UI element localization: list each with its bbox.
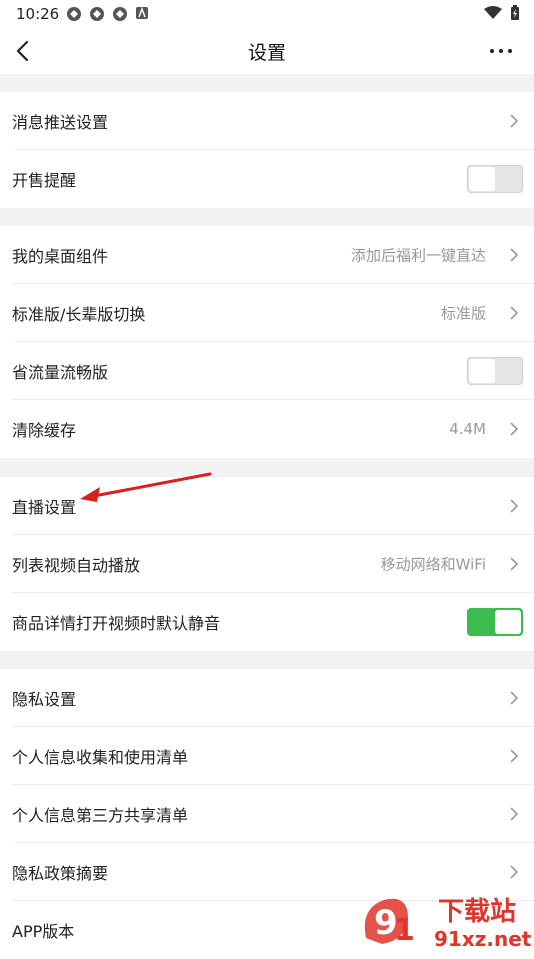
notification-icons	[66, 6, 149, 22]
clear-cache-label: 清除缓存	[12, 421, 77, 440]
push-settings-row[interactable]: 消息推送设置	[12, 92, 534, 150]
autoplay-label: 列表视频自动播放	[12, 555, 141, 575]
toggle-knob	[469, 167, 495, 191]
desktop-widget-value: 添加后福利一键直达	[350, 246, 486, 264]
sale-reminder-toggle[interactable]	[467, 165, 523, 193]
app-notification-icon	[90, 7, 104, 21]
edition-switch-row[interactable]: 标准版/长辈版切换 标准版	[12, 284, 534, 342]
annotation-arrow-icon	[80, 472, 212, 502]
chevron-right-icon	[510, 422, 519, 436]
autoplay-row[interactable]: 列表视频自动播放 移动网络和WiFi	[12, 535, 534, 593]
chevron-right-icon	[510, 748, 519, 763]
chevron-right-icon	[510, 690, 519, 705]
site-watermark-logo: 9 1 下载站 91xz.net	[364, 897, 532, 950]
chevron-right-icon	[510, 864, 519, 879]
toggle-knob	[495, 610, 521, 634]
system-icons	[484, 5, 520, 21]
default-mute-toggle[interactable]	[467, 608, 523, 636]
live-settings-label: 直播设置	[12, 497, 77, 517]
cache-size-value: 4.4M	[449, 420, 486, 438]
edition-switch-label: 标准版/长辈版切换	[12, 304, 146, 324]
more-icon[interactable]	[486, 38, 516, 64]
settings-group-notifications: 消息推送设置 开售提醒	[0, 92, 534, 208]
default-mute-row: 商品详情打开视频时默认静音	[12, 593, 534, 651]
chevron-right-icon	[510, 556, 519, 571]
battery-charging-icon	[511, 5, 519, 20]
keyboard-notification-icon	[136, 6, 148, 19]
clear-cache-row[interactable]: 清除缓存 4.4M	[12, 400, 534, 458]
chevron-right-icon	[510, 247, 519, 262]
autoplay-value: 移动网络和WiFi	[380, 555, 486, 573]
desktop-widget-row[interactable]: 我的桌面组件 添加后福利一键直达	[12, 226, 534, 284]
svg-text:1: 1	[394, 913, 415, 948]
data-saver-toggle[interactable]	[467, 356, 523, 385]
default-mute-label: 商品详情打开视频时默认静音	[12, 614, 221, 633]
info-collection-list-row[interactable]: 个人信息收集和使用清单	[12, 727, 534, 785]
watermark-domain: 91xz.net	[434, 927, 532, 950]
page-title: 设置	[247, 42, 286, 64]
chevron-right-icon	[510, 113, 519, 128]
nav-bar: 设置	[0, 28, 534, 74]
third-party-share-list-row[interactable]: 个人信息第三方共享清单	[12, 785, 534, 843]
desktop-widget-label: 我的桌面组件	[12, 246, 109, 266]
chevron-right-icon	[510, 806, 519, 821]
privacy-settings-row[interactable]: 隐私设置	[12, 669, 534, 727]
edition-switch-value: 标准版	[440, 304, 486, 322]
privacy-policy-summary-label: 隐私政策摘要	[12, 863, 109, 883]
sale-reminder-label: 开售提醒	[12, 171, 77, 190]
privacy-settings-label: 隐私设置	[12, 689, 77, 709]
settings-group-general: 我的桌面组件 添加后福利一键直达 标准版/长辈版切换 标准版 省流量流畅版 清除…	[0, 226, 534, 458]
data-saver-label: 省流量流畅版	[12, 362, 109, 382]
chevron-right-icon	[510, 498, 519, 513]
app-version-label: APP版本	[12, 922, 75, 941]
data-saver-row: 省流量流畅版	[12, 342, 534, 400]
status-bar: 10:26	[0, 0, 534, 28]
sale-reminder-row: 开售提醒	[12, 150, 534, 208]
chevron-right-icon	[510, 305, 519, 320]
watermark-brand: 下载站	[438, 897, 516, 927]
toggle-knob	[469, 358, 495, 383]
third-party-share-list-label: 个人信息第三方共享清单	[12, 805, 189, 825]
app-notification-icon	[113, 7, 127, 21]
push-settings-label: 消息推送设置	[12, 112, 109, 132]
wifi-icon	[484, 6, 502, 19]
info-collection-list-label: 个人信息收集和使用清单	[12, 747, 189, 767]
app-notification-icon	[67, 7, 81, 21]
status-time: 10:26	[16, 5, 60, 23]
